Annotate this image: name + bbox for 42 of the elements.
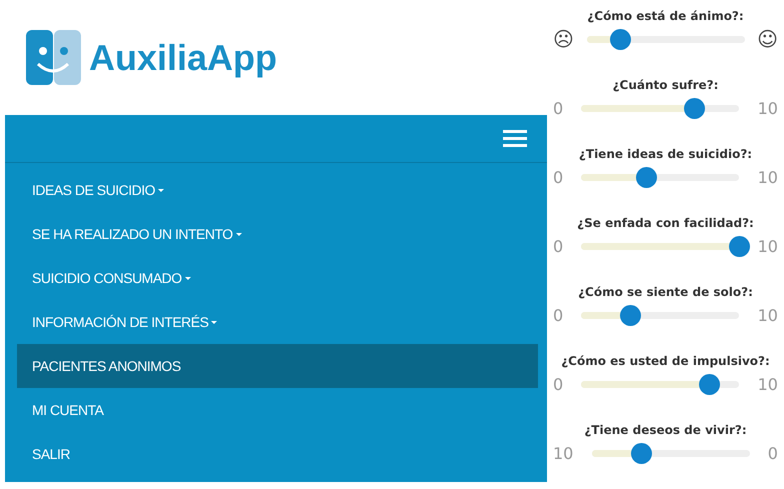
smiley-logo-icon <box>26 30 81 85</box>
min-label: 0 <box>553 374 564 394</box>
nav-item[interactable]: INFORMACIÓN DE INTERÉS <box>17 300 538 344</box>
question-label: ¿Tiene ideas de suicidio?: <box>578 146 752 163</box>
caret-icon <box>211 320 218 324</box>
nav-item[interactable]: PACIENTES ANONIMOS <box>17 344 538 388</box>
nav-item[interactable]: SALIR <box>17 432 538 476</box>
max-label: 10 <box>758 168 778 186</box>
slider-thumb[interactable] <box>630 442 652 464</box>
max-label: 10 <box>758 306 778 324</box>
nav-item[interactable]: MI CUENTA <box>17 388 538 432</box>
slider-thumb[interactable] <box>636 166 658 188</box>
min-label: 0 <box>553 168 564 186</box>
min-label: 0 <box>553 306 564 324</box>
question-label: ¿Se enfada con facilidad?: <box>577 215 754 232</box>
question-label: ¿Cómo es usted de impulsivo?: <box>561 353 770 370</box>
question-label: ¿Cómo está de ánimo?: <box>587 8 744 25</box>
max-label: 0 <box>768 444 778 462</box>
min-label: 10 <box>553 444 574 462</box>
caret-icon <box>158 188 164 192</box>
slider-thumb[interactable] <box>610 28 631 50</box>
happy-face-icon: ☺ <box>757 27 778 51</box>
question-label: ¿Cómo se siente de solo?: <box>578 284 753 301</box>
nav-item[interactable]: SUICIDIO CONSUMADO <box>17 256 538 300</box>
max-label: 10 <box>758 374 778 394</box>
max-label: 10 <box>758 98 778 118</box>
question-label: ¿Tiene deseos de vivir?: <box>584 422 747 439</box>
caret-icon <box>184 276 191 280</box>
nav-item[interactable]: IDEAS DE SUICIDIO <box>17 168 538 212</box>
caret-icon <box>236 232 242 236</box>
sad-face-icon: ☹ <box>553 27 574 51</box>
menu-icon[interactable] <box>503 130 527 148</box>
slider-thumb[interactable] <box>729 236 750 256</box>
nav-item[interactable]: SE HA REALIZADO UN INTENTO <box>17 212 538 256</box>
app-logo-text: AuxiliaApp <box>89 36 278 78</box>
max-label: 10 <box>758 236 778 256</box>
slider-thumb[interactable] <box>699 374 720 394</box>
min-label: 0 <box>553 236 564 256</box>
slider-thumb[interactable] <box>620 304 642 326</box>
question-label: ¿Cuánto sufre?: <box>612 77 718 94</box>
slider-thumb[interactable] <box>684 98 705 118</box>
min-label: 0 <box>553 98 564 118</box>
